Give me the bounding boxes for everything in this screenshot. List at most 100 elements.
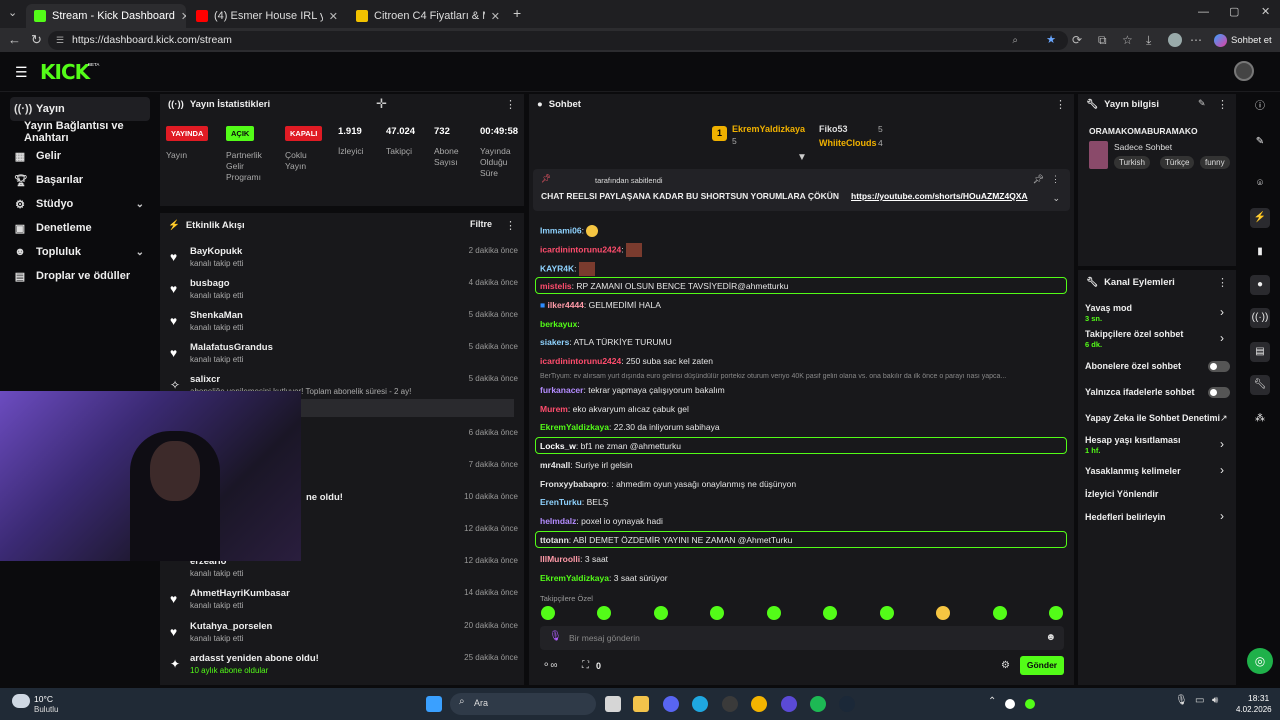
chat-username[interactable]: EkremYaldizkaya	[540, 573, 609, 583]
banned-words-row[interactable]: Yasaklanmış kelimeler	[1085, 466, 1181, 476]
activity-user[interactable]: BayKopukk	[190, 246, 242, 257]
maximize-icon[interactable]: ▢	[1229, 5, 1239, 18]
emote-icon[interactable]	[823, 606, 837, 620]
microphone-icon[interactable]: 🎙︎	[549, 631, 562, 642]
steam-icon[interactable]	[839, 696, 855, 712]
set-goals-row[interactable]: Hedefleri belirleyin	[1085, 512, 1166, 522]
chevron-right-icon[interactable]: ›	[1220, 463, 1224, 477]
file-explorer-icon[interactable]	[633, 696, 649, 712]
split-screen-icon[interactable]: ⧉	[1098, 33, 1107, 48]
slow-mode-row[interactable]: Yavaş mod 3 sn.	[1085, 303, 1132, 323]
activity-user[interactable]: ardasst yeniden abone oldu!	[190, 653, 319, 664]
kebab-menu-icon[interactable]: ⋮	[1217, 276, 1228, 289]
downloads-icon[interactable]: ⤓	[1146, 33, 1151, 48]
discord-icon[interactable]	[663, 696, 679, 712]
sidebar-item-community[interactable]: ☻ Topluluk ⌄	[10, 240, 150, 264]
clipboard-icon[interactable]: ▮	[1250, 242, 1270, 262]
tag-chip[interactable]: funny	[1200, 156, 1230, 169]
favorites-icon[interactable]: ☆	[1122, 33, 1133, 47]
app-icon[interactable]	[722, 696, 738, 712]
move-handle-icon[interactable]: ✛	[376, 96, 387, 112]
close-tab-icon[interactable]: ✕	[181, 10, 186, 23]
close-tab-icon[interactable]: ✕	[491, 10, 500, 23]
chat-username[interactable]: ilker4444	[548, 300, 584, 310]
emote-icon[interactable]	[710, 606, 724, 620]
sidebar-item-achievements[interactable]: 🏆︎ Başarılar	[10, 168, 150, 192]
camera-icon[interactable]: ⌾	[1250, 174, 1270, 194]
chat-username[interactable]: mr4nall	[540, 460, 570, 470]
chat-username[interactable]: furkanacer	[540, 385, 583, 395]
emote-icon[interactable]	[936, 606, 950, 620]
host-channel-row[interactable]: İzleyici Yönlendir	[1085, 489, 1158, 499]
tab-youtube[interactable]: (4) Esmer House IRL yayın derleme ✕	[188, 4, 346, 28]
chat-username[interactable]: icardinintorunu2424	[540, 244, 621, 254]
leader-name[interactable]: EkremYaldizkaya	[732, 124, 805, 134]
sidebar-item-drops[interactable]: ▤ Droplar ve ödüller	[10, 264, 150, 288]
settings-gear-icon[interactable]: ⚙	[1001, 660, 1010, 671]
back-icon[interactable]: ←	[8, 32, 21, 47]
tab-list-icon[interactable]: ⌄	[8, 6, 17, 19]
emote-icon[interactable]	[880, 606, 894, 620]
layout-icon[interactable]: ▤	[1250, 342, 1270, 362]
edit-icon[interactable]: ✎	[1250, 132, 1270, 152]
chat-username[interactable]: EkremYaldizkaya	[540, 422, 609, 432]
favorite-star-icon[interactable]: ★	[1046, 31, 1056, 50]
collapse-icon[interactable]: ▼	[797, 152, 807, 163]
sidebar-item-moderation[interactable]: ▣ Denetleme	[10, 216, 150, 240]
info-icon[interactable]: ⓘ	[1250, 97, 1270, 117]
activity-user[interactable]: salixcr	[190, 374, 220, 385]
zoom-icon[interactable]: ⌕	[1012, 31, 1018, 50]
hamburger-menu-icon[interactable]: ☰	[15, 64, 28, 81]
emoji-icon[interactable]: ☻	[1045, 632, 1056, 643]
kebab-menu-icon[interactable]: ⋮	[1051, 174, 1060, 185]
kebab-menu-icon[interactable]: ⋮	[1055, 98, 1066, 111]
more-menu-icon[interactable]: ⋯	[1190, 33, 1202, 47]
emote-icon[interactable]	[767, 606, 781, 620]
clock-date[interactable]: 4.02.2026	[1236, 705, 1272, 714]
tray-expand-icon[interactable]: ⌃	[988, 696, 996, 707]
lightning-icon[interactable]: ⚡	[1250, 208, 1270, 228]
emote-icon[interactable]	[541, 606, 555, 620]
chat-username[interactable]: mistelis	[540, 281, 572, 291]
chat-username[interactable]: siakers	[540, 337, 569, 347]
chat-username[interactable]: ErenTurku	[540, 497, 582, 507]
tab-citroen[interactable]: Citroen C4 Fiyatları & Modelleri sa ✕	[348, 4, 508, 28]
chevron-down-icon[interactable]: ⌄	[1052, 193, 1060, 204]
tray-app-icon[interactable]	[1025, 699, 1035, 709]
filter-button[interactable]: Filtre	[470, 219, 492, 229]
clock-time[interactable]: 18:31	[1248, 693, 1269, 703]
app-icon[interactable]	[781, 696, 797, 712]
chevron-right-icon[interactable]: ›	[1220, 437, 1224, 451]
emote-icon[interactable]	[1049, 606, 1063, 620]
chrome-icon[interactable]	[751, 696, 767, 712]
chevron-right-icon[interactable]: ›	[1220, 305, 1224, 319]
activity-user[interactable]: Kutahya_porselen	[190, 621, 272, 632]
taskbar-search[interactable]: ⌕ Ara	[450, 693, 596, 715]
chat-username[interactable]: Murem	[540, 404, 568, 414]
chat-username[interactable]: ttotann	[540, 535, 569, 545]
sidebar-item-studio[interactable]: ⚙ Stüdyo ⌄	[10, 192, 150, 216]
gift-icon[interactable]: ⛶	[582, 660, 589, 671]
activity-user[interactable]: AhmetHayriKumbasar	[190, 588, 290, 599]
help-support-icon[interactable]: ◎	[1247, 648, 1273, 674]
chat-username[interactable]: icardinintorunu2424	[540, 356, 621, 366]
new-tab-icon[interactable]: +	[513, 5, 521, 21]
tray-app-icon[interactable]	[1005, 699, 1015, 709]
volume-icon[interactable]: 🔊︎	[1212, 695, 1218, 706]
chevron-right-icon[interactable]: ›	[1220, 509, 1224, 523]
account-age-row[interactable]: Hesap yaşı kısıtlaması 1 hf.	[1085, 435, 1181, 455]
tag-chip[interactable]: Türkçe	[1160, 156, 1195, 169]
kick-logo[interactable]: KICK	[40, 60, 90, 84]
chat-username[interactable]: Fronxyybabapro	[540, 479, 607, 489]
close-tab-icon[interactable]: ✕	[329, 10, 338, 23]
chat-username[interactable]: lllMuroolli	[540, 554, 580, 564]
category-thumbnail[interactable]	[1089, 141, 1108, 169]
emote-icon[interactable]	[654, 606, 668, 620]
chevron-right-icon[interactable]: ›	[1220, 331, 1224, 345]
kebab-menu-icon[interactable]: ⋮	[505, 219, 516, 232]
spotify-icon[interactable]	[810, 696, 826, 712]
activity-user[interactable]: MalafatusGrandus	[190, 342, 273, 353]
sidebar-item-stream[interactable]: ((·)) Yayın	[10, 97, 150, 121]
chat-username[interactable]: helmdalz	[540, 516, 576, 526]
kebab-menu-icon[interactable]: ⋮	[505, 98, 516, 111]
